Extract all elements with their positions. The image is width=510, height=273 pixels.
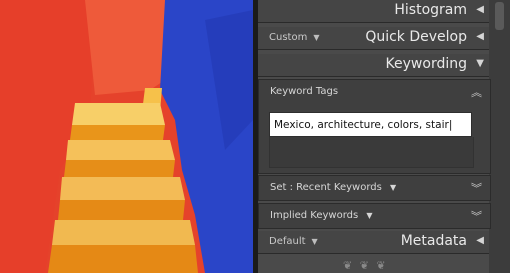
photo-preview [0,0,253,273]
text-cursor: | [448,119,453,131]
triangle-left-icon[interactable]: ◀ [476,31,484,42]
quick-develop-header[interactable]: Custom ▼ Quick Develop ◀ [258,27,489,50]
panel-scrollbar[interactable] [489,0,510,273]
histogram-header[interactable]: Histogram ◀ [258,0,489,23]
keywording-title: Keywording [385,56,467,72]
keyword-set-prefix: Set : [270,182,293,193]
metadata-preset[interactable]: Default ▼ [269,236,318,247]
triangle-down-icon[interactable]: ▼ [476,58,484,69]
triangle-left-icon[interactable]: ◀ [476,4,484,15]
keyword-set-row[interactable]: Set : Recent Keywords ▼ ︾ [258,175,491,201]
right-panel: Histogram ◀ Custom ▼ Quick Develop ◀ Keyw… [253,0,510,273]
keyword-tags-field[interactable]: Mexico, architecture, colors, stair| [269,112,472,137]
keywording-header[interactable]: Keywording ▼ [258,54,489,77]
double-chevron-down-icon[interactable]: ︾ [471,180,482,196]
double-chevron-down-icon[interactable]: ︾ [471,208,482,224]
keyword-set-selector[interactable]: Set : Recent Keywords ▼ [270,182,396,193]
caret-down-icon: ▼ [390,183,397,192]
implied-keywords-row[interactable]: Implied Keywords ▼ ︾ [258,203,491,229]
implied-keywords-selector[interactable]: Implied Keywords ▼ [270,210,373,221]
stairs-photo [0,0,253,273]
keyword-tags-value: Mexico, architecture, colors, stair [274,119,449,131]
keyword-tags-area[interactable] [269,137,474,168]
keyword-tags-section: Keyword Tags ︽ Mexico, architecture, col… [258,79,491,174]
triangle-left-icon[interactable]: ◀ [476,235,484,246]
panel-end-ornament: ❦ ❦ ❦ [343,259,388,272]
caret-down-icon: ▼ [311,237,318,246]
implied-keywords-label: Implied Keywords [270,210,359,221]
caret-down-icon: ▼ [313,33,320,42]
quick-develop-title: Quick Develop [365,29,467,45]
metadata-title: Metadata [400,233,467,249]
histogram-title: Histogram [394,2,467,18]
keyword-set-value: Recent Keywords [296,182,382,193]
scrollbar-thumb[interactable] [495,2,504,30]
quick-develop-preset-label: Custom [269,32,308,43]
caret-down-icon: ▼ [366,211,373,220]
keyword-tags-label[interactable]: Keyword Tags [270,86,338,97]
metadata-header[interactable]: Default ▼ Metadata ◀ [258,231,489,254]
quick-develop-preset[interactable]: Custom ▼ [269,32,319,43]
metadata-preset-label: Default [269,236,306,247]
double-chevron-up-icon[interactable]: ︽ [471,84,482,100]
